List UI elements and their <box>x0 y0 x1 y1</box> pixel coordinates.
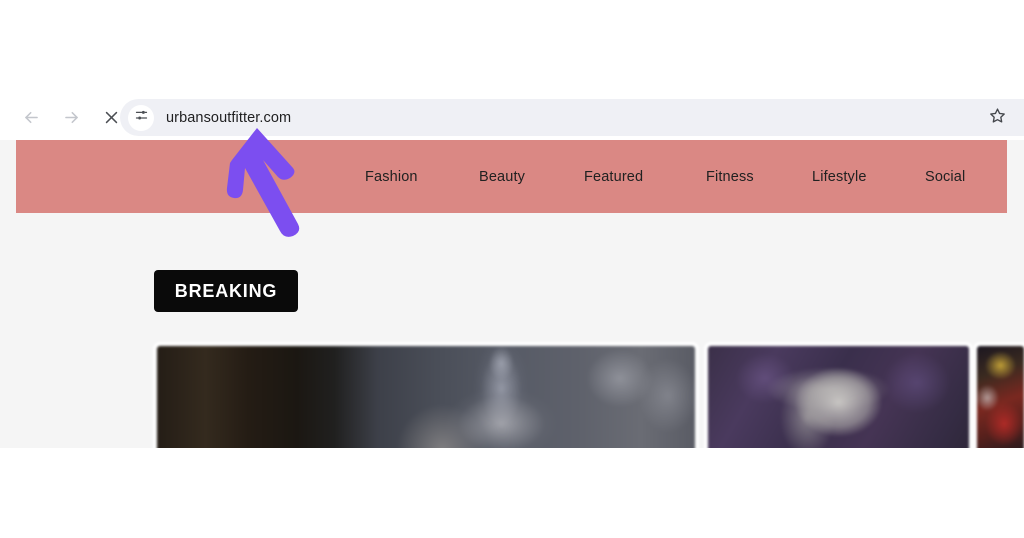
nav-item-featured[interactable]: Featured <box>584 169 643 185</box>
article-card-anime[interactable] <box>708 346 969 448</box>
site-navigation-bar: Fashion Beauty Featured Fitness Lifestyl… <box>16 140 1007 213</box>
browser-toolbar: urbansoutfitter.com <box>0 95 1024 140</box>
site-info-button[interactable] <box>128 104 154 131</box>
site-settings-tune-icon <box>134 108 149 128</box>
article-card-capitol[interactable] <box>157 346 695 448</box>
browser-window: urbansoutfitter.com Fashion Beauty Featu… <box>0 95 1024 448</box>
breaking-label: BREAKING <box>174 280 278 301</box>
bookmark-button[interactable] <box>980 101 1014 135</box>
stop-close-icon <box>103 109 120 126</box>
back-button[interactable] <box>14 101 48 135</box>
nav-item-lifestyle[interactable]: Lifestyle <box>812 169 867 185</box>
nav-item-fashion[interactable]: Fashion <box>365 169 418 185</box>
url-text[interactable]: urbansoutfitter.com <box>166 110 980 126</box>
bookmark-star-icon <box>989 107 1006 129</box>
nav-item-beauty[interactable]: Beauty <box>479 169 525 185</box>
page-viewport: Fashion Beauty Featured Fitness Lifestyl… <box>0 140 1024 448</box>
forward-button[interactable] <box>54 101 88 135</box>
breaking-badge: BREAKING <box>154 270 298 312</box>
nav-item-social[interactable]: Social <box>925 169 965 185</box>
forward-arrow-icon <box>62 108 81 127</box>
address-bar[interactable]: urbansoutfitter.com <box>120 99 1024 136</box>
article-card-colorful[interactable] <box>977 346 1024 448</box>
back-arrow-icon <box>22 108 41 127</box>
nav-item-fitness[interactable]: Fitness <box>706 169 754 185</box>
